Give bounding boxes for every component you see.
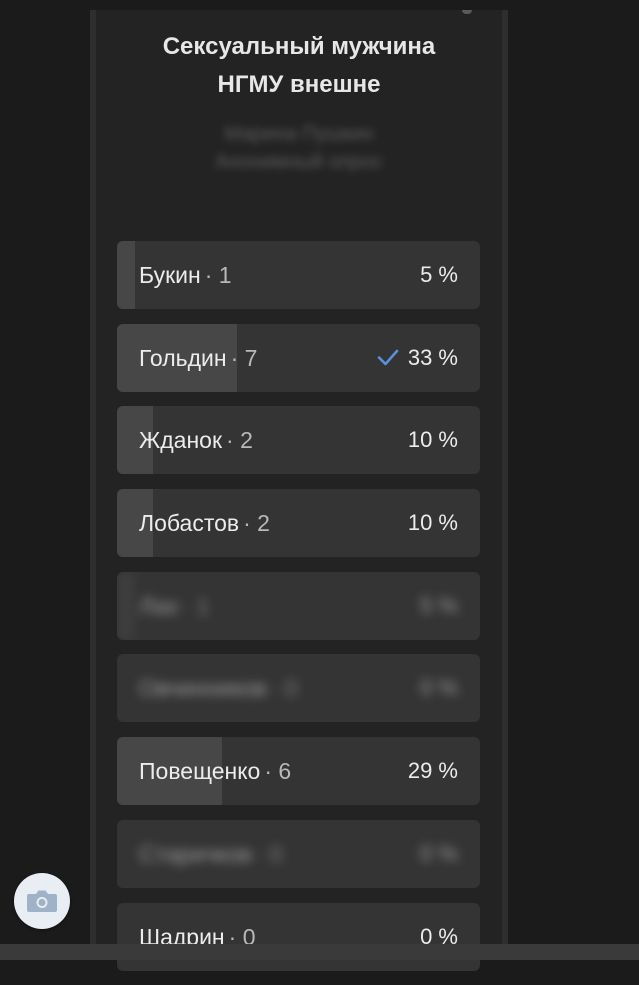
separator-dot: · [204,262,219,288]
poll-option-percent-wrap: 29 % [408,737,458,805]
poll-option-count-value: 7 [244,344,258,371]
poll-option-fill [117,241,136,309]
bottom-bar [0,944,639,960]
poll-option-name: Букин [139,262,201,288]
poll-option[interactable]: Шадрин · 0 0 % [117,902,480,971]
poll-option-percent: 10 % [407,427,458,453]
poll-option-label: Букин · 1 [139,241,232,309]
poll-option-percent-wrap: 10 % [408,489,458,557]
separator-dot: · [182,592,197,619]
separator-dot: · [243,510,258,537]
poll-subtitle-line: Марина Пушкин [224,123,374,145]
poll-option[interactable]: Жданок · 2 10 % [117,406,480,475]
poll-option-fill [117,571,136,640]
poll-title: Сексуальный мужчина НГМУ внешне [96,28,502,104]
poll-option-label: Лах · 1 [139,572,209,640]
poll-option-label: Лобастов · 2 [139,489,270,557]
poll-option-count: · 6 [264,758,291,784]
poll-options-list: Букин · 15 % Гольдин · 7 33 % Жданок · 2 10 % Ло… [117,241,480,985]
poll-option-percent-wrap: 0 % [420,903,458,971]
separator-dot: · [226,427,241,454]
poll-option-percent-wrap: 0 % [420,820,458,888]
poll-option-name: Лобастов [139,510,240,537]
poll-option-percent: 10 % [407,510,458,536]
separator-dot: · [264,758,279,785]
poll-option-label: Жданок · 2 [139,406,253,474]
poll-option[interactable]: Повещенко · 6 29 % [117,737,480,806]
poll-option-label: Шадрин · 0 [139,903,256,971]
poll-subtitle-line: Анонимный опрос [215,151,383,173]
poll-option-percent: 5 % [420,592,458,618]
poll-option-percent-wrap: 5 % [420,572,458,640]
poll-option-count-value: 1 [218,262,232,288]
poll-option-count-value: 2 [240,427,253,454]
poll-option-percent-wrap: 10 % [408,406,458,474]
poll-option-percent: 5 % [420,262,458,287]
poll-option-count: · 1 [205,262,232,288]
poll-option[interactable]: Гольдин · 7 33 % [117,323,480,392]
poll-option-count-value: 6 [278,758,292,785]
poll-option[interactable]: Старичков · 0 0 % [117,819,480,888]
poll-option-label: Овчинников · 0 [139,654,297,722]
poll-option[interactable]: Лобастов · 2 10 % [117,489,480,558]
poll-option-percent: 33 % [407,344,458,370]
poll-option-count-value: 1 [196,592,210,619]
poll-option-count-value: 0 [284,675,298,702]
poll-option-count-value: 0 [269,840,283,867]
poll-option-count: · 1 [182,593,209,619]
checkmark-icon [377,349,399,366]
poll-option-label: Старичков · 0 [139,820,283,888]
card-edge-marker [462,10,472,14]
poll-option[interactable]: Букин · 1 5 % [117,241,480,309]
poll-option-count-value: 2 [257,510,270,537]
camera-button[interactable] [14,873,70,929]
poll-option-percent-wrap: 5 % [420,241,458,309]
poll-option-count: · 2 [226,427,253,453]
separator-dot: · [230,344,245,371]
poll-option-name: Гольдин [139,344,227,371]
camera-icon [27,890,57,912]
separator-dot: · [270,675,285,702]
poll-option-name: Жданок [139,427,223,454]
poll-option-percent-wrap: 0 % [420,654,458,722]
poll-option-name: Старичков [139,840,252,867]
poll-option-count: · 2 [243,510,270,536]
poll-subtitle: Марина Пушкин Анонимный опрос [96,120,502,176]
poll-option[interactable]: Лах · 1 5 % [117,571,480,640]
poll-option-count: · 0 [256,841,283,867]
poll-option-label: Гольдин · 7 [139,324,257,392]
poll-option-count: · 0 [271,675,298,701]
poll-option-percent-wrap: 33 % [376,324,458,392]
poll-option-label: Повещенко · 6 [139,737,291,805]
poll-option-name: Овчинников [139,675,267,702]
poll-option-percent: 0 % [420,675,458,701]
poll-option-name: Лах [139,592,179,619]
poll-option-percent: 29 % [407,758,458,784]
poll-option-name: Повещенко [139,758,261,785]
poll-title-line: НГМУ внешне [217,71,381,98]
poll-option-count: · 7 [231,345,258,371]
poll-title-line: Сексуальный мужчина [162,33,436,60]
poll-option-percent: 0 % [420,840,458,866]
separator-dot: · [255,840,270,867]
poll-option[interactable]: Овчинников · 0 0 % [117,654,480,723]
